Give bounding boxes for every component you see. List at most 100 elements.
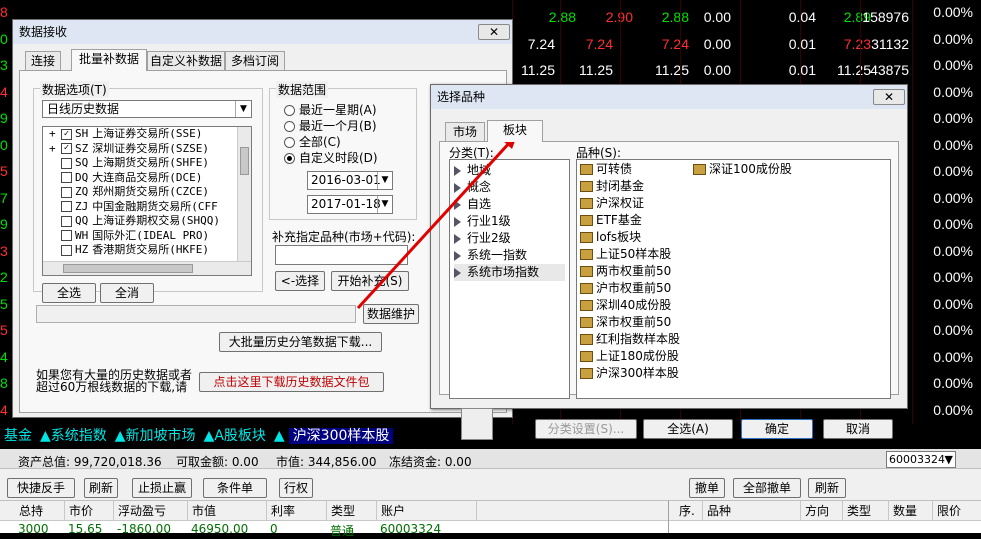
stop-loss-button[interactable]: 止损止赢 bbox=[132, 478, 192, 498]
col-header[interactable]: 市值 bbox=[188, 501, 267, 521]
select-all-button[interactable]: 全选(A) bbox=[643, 419, 733, 439]
tab-sector[interactable]: 板块 bbox=[487, 120, 543, 142]
date-to-picker[interactable]: 2017-01-18 ▼ bbox=[307, 195, 393, 214]
market-item[interactable]: + ✓ SH 上海证券交易所(SSE) bbox=[43, 127, 251, 142]
col-header[interactable]: 总持 bbox=[15, 501, 65, 521]
market-item[interactable]: SQ 上海期货交易所(SHFE) bbox=[43, 156, 251, 171]
col-header[interactable]: 品种 bbox=[703, 501, 801, 521]
col-header[interactable]: 浮动盈亏 bbox=[114, 501, 188, 521]
close-icon[interactable]: ✕ bbox=[478, 24, 510, 40]
variety-item[interactable]: 深证100成份股 bbox=[693, 161, 792, 178]
checkbox-icon[interactable]: ✓ bbox=[61, 128, 72, 140]
market-item[interactable]: HZ 香港期货交易所(HKFE) bbox=[43, 243, 251, 258]
account-select[interactable]: 60003324 ▼ bbox=[886, 451, 956, 468]
cancel-all-button[interactable]: 全部撤单 bbox=[733, 478, 801, 498]
variety-item[interactable]: 沪深300样本股 bbox=[580, 365, 680, 382]
radio-last-week[interactable]: 最近一星期(A) bbox=[284, 102, 378, 118]
variety-item[interactable]: 沪市权重前50 bbox=[580, 280, 680, 297]
market-item[interactable]: ZQ 郑州期货交易所(CZCE) bbox=[43, 185, 251, 200]
market-item[interactable]: QQ 上海证券期权交易(SHQQ) bbox=[43, 214, 251, 229]
ok-button[interactable]: 确定 bbox=[741, 419, 813, 439]
market-item[interactable]: + ✓ SZ 深圳证券交易所(SZSE) bbox=[43, 142, 251, 157]
date-from-picker[interactable]: 2016-03-01 ▼ bbox=[307, 171, 393, 190]
variety-item[interactable]: 深圳40成份股 bbox=[580, 297, 680, 314]
quick-reverse-button[interactable]: 快捷反手 bbox=[7, 478, 75, 498]
table-row[interactable]: 3000 15.65 -1860.00 46950.00 0 普通 600033… bbox=[0, 521, 668, 538]
variety-item[interactable]: 两市权重前50 bbox=[580, 263, 680, 280]
variety-item[interactable]: 深市权重前50 bbox=[580, 314, 680, 331]
variety-item[interactable]: 上证180成份股 bbox=[580, 348, 680, 365]
conditional-order-button[interactable]: 条件单 bbox=[203, 478, 267, 498]
col-header[interactable]: 账户 bbox=[377, 501, 477, 521]
radio-all[interactable]: 全部(C) bbox=[284, 134, 378, 150]
col-header[interactable]: 类型 bbox=[327, 501, 377, 521]
variety-item[interactable]: 封闭基金 bbox=[580, 178, 680, 195]
radio-last-month[interactable]: 最近一个月(B) bbox=[284, 118, 378, 134]
cancel-order-button[interactable]: 撤单 bbox=[689, 478, 725, 498]
variety-item[interactable]: 沪深权证 bbox=[580, 195, 680, 212]
checkbox-icon[interactable] bbox=[61, 230, 72, 241]
tab-market[interactable]: 市场 bbox=[445, 122, 485, 142]
expand-icon[interactable]: + bbox=[49, 142, 61, 156]
data-maintenance-button[interactable]: 数据维护 bbox=[363, 304, 419, 324]
variety-item[interactable]: 上证50样本股 bbox=[580, 246, 680, 263]
refresh-button[interactable]: 刷新 bbox=[84, 478, 118, 498]
col-header[interactable]: 利率 bbox=[267, 501, 327, 521]
col-header[interactable]: 序. bbox=[675, 501, 703, 521]
col-header[interactable]: 市价 bbox=[65, 501, 114, 521]
choose-button[interactable]: <-选择 bbox=[275, 271, 325, 291]
exercise-button[interactable]: 行权 bbox=[279, 478, 313, 498]
market-item[interactable]: ZJ 中国金融期货交易所(CFF bbox=[43, 200, 251, 215]
variety-item[interactable]: 红利指数样本股 bbox=[580, 331, 680, 348]
start-supplement-button[interactable]: 开始补充(S) bbox=[331, 271, 409, 291]
tab-arrow[interactable]: ▲ bbox=[270, 428, 289, 444]
horizontal-scrollbar[interactable] bbox=[43, 261, 251, 275]
checkbox-icon[interactable] bbox=[61, 201, 72, 212]
market-tree[interactable]: + ✓ SH 上海证券交易所(SSE) + ✓ SZ 深圳证券交易所(SZSE) SQ 上海期货交… bbox=[42, 126, 252, 276]
select-all-button[interactable]: 全选 bbox=[42, 283, 96, 303]
category-item[interactable]: 行业1级 bbox=[454, 213, 565, 230]
tab-custom-supplement[interactable]: 自定义补数据 bbox=[147, 51, 225, 71]
tab-connect[interactable]: 连接 bbox=[25, 51, 61, 71]
download-package-button[interactable]: 点击这里下载历史数据文件包 bbox=[199, 372, 384, 392]
col-header[interactable]: 类型 bbox=[843, 501, 889, 521]
data-type-select[interactable]: 日线历史数据 ▼ bbox=[42, 100, 252, 118]
col-header[interactable]: 方向 bbox=[801, 501, 843, 521]
tab-batch-supplement[interactable]: 批量补数据 bbox=[71, 49, 147, 71]
close-icon[interactable]: ✕ bbox=[873, 89, 905, 105]
radio-custom[interactable]: 自定义时段(D) bbox=[284, 150, 378, 166]
vertical-scrollbar[interactable] bbox=[237, 127, 251, 261]
checkbox-icon[interactable] bbox=[61, 172, 72, 183]
tab-system-index[interactable]: ▲系统指数 bbox=[36, 428, 111, 444]
tab-a-share[interactable]: ▲A股板块 bbox=[200, 428, 270, 444]
variety-item[interactable]: lofs板块 bbox=[580, 229, 680, 246]
category-settings-button[interactable]: 分类设置(S)... bbox=[535, 419, 637, 439]
checkbox-icon[interactable]: ✓ bbox=[61, 143, 72, 154]
checkbox-icon[interactable] bbox=[61, 244, 72, 256]
category-item[interactable]: 行业2级 bbox=[454, 230, 565, 247]
tab-multi-subscribe[interactable]: 多档订阅 bbox=[225, 51, 285, 71]
tab-hs300[interactable]: 沪深300样本股 bbox=[288, 428, 394, 444]
category-item[interactable]: 系统一指数 bbox=[454, 247, 565, 264]
category-item[interactable]: 系统市场指数 bbox=[454, 264, 565, 281]
category-list[interactable]: 地域 概念 自选 行业1级 行业2级 系统一指数 系统市场指数 bbox=[449, 159, 570, 399]
tab-singapore[interactable]: ▲新加坡市场 bbox=[111, 428, 200, 444]
variety-item[interactable]: 可转债 bbox=[580, 161, 680, 178]
category-item[interactable]: 自选 bbox=[454, 196, 565, 213]
market-item[interactable]: WH 国际外汇(IDEAL PRO) bbox=[43, 229, 251, 244]
checkbox-icon[interactable] bbox=[61, 215, 72, 227]
grid-icon[interactable] bbox=[461, 408, 493, 440]
col-header[interactable]: 限价 bbox=[933, 501, 981, 521]
cancel-button[interactable]: 取消 bbox=[823, 419, 893, 439]
category-item[interactable]: 地域 bbox=[454, 162, 565, 179]
bulk-tick-download-button[interactable]: 大批量历史分笔数据下载... bbox=[219, 332, 382, 352]
checkbox-icon[interactable] bbox=[61, 186, 72, 198]
dialog-titlebar[interactable]: 选择品种 bbox=[431, 85, 907, 109]
checkbox-icon[interactable] bbox=[61, 157, 72, 169]
col-header[interactable]: 数量 bbox=[889, 501, 933, 521]
market-item[interactable]: DQ 大连商品交易所(DCE) bbox=[43, 171, 251, 186]
expand-icon[interactable]: + bbox=[49, 127, 61, 141]
category-item[interactable]: 概念 bbox=[454, 179, 565, 196]
tab-fund[interactable]: 基金 bbox=[0, 428, 36, 444]
variety-list[interactable]: 可转债 封闭基金 沪深权证 ETF基金 lofs板块 上证50样本股 两市权重前50 沪市权重… bbox=[576, 159, 891, 399]
